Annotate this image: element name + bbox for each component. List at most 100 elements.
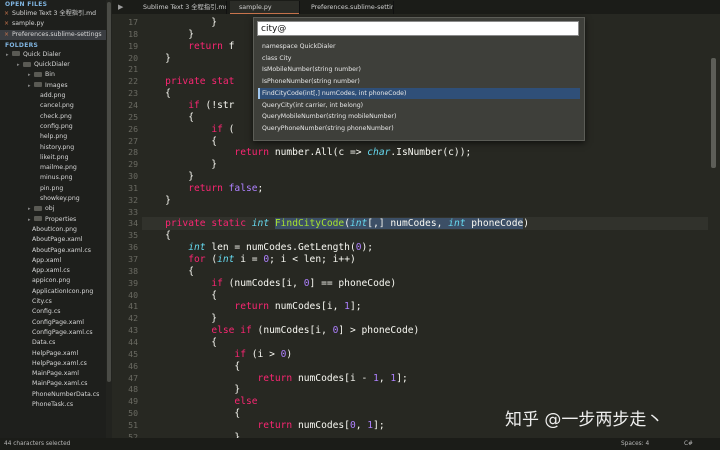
folder-tree-item[interactable]: AboutIcon.png [0, 225, 106, 235]
goto-symbol-item[interactable]: QueryPhoneNumber(string phoneNumber) [258, 123, 580, 135]
code-token: { [142, 289, 218, 301]
code-line[interactable]: } [142, 159, 217, 170]
folder-tree-item[interactable]: history.png [0, 143, 106, 153]
open-file-item[interactable]: × sample.py [0, 19, 106, 29]
code-line[interactable]: } [142, 313, 217, 324]
code-line[interactable]: private static int FindCityCode(int[,] n… [142, 218, 529, 230]
goto-symbol-item[interactable]: QueryCity(int carrier, int belong) [258, 100, 580, 112]
code-line[interactable]: return numCodes[i - 1, 1]; [142, 373, 408, 384]
folder-tree-item[interactable]: MainPage.xaml.cs [0, 379, 106, 389]
close-icon[interactable]: × [4, 20, 9, 27]
code-line[interactable]: { [142, 266, 194, 277]
code-line[interactable]: else [142, 396, 257, 407]
folder-tree-item[interactable]: help.png [0, 132, 106, 142]
code-line[interactable]: for (int i = 0; i < len; i++) [142, 254, 356, 265]
tab-2[interactable]: sample.py [230, 1, 300, 14]
code-token: int [448, 218, 466, 230]
folder-tree-item[interactable]: ▸ Quick Dialer [0, 50, 106, 60]
close-icon[interactable]: × [4, 10, 9, 17]
code-line[interactable]: { [142, 136, 217, 147]
folder-tree-item[interactable]: cancel.png [0, 101, 106, 111]
folder-tree-item[interactable]: PhoneTask.cs [0, 400, 106, 410]
code-line[interactable]: return numCodes[i, 1]; [142, 301, 361, 312]
code-line[interactable]: if (numCodes[i, 0] == phoneCode) [142, 278, 396, 289]
code-line[interactable]: { [142, 112, 194, 123]
code-line[interactable]: } [142, 53, 171, 64]
folder-tree-item[interactable]: ConfigPage.xaml.cs [0, 328, 106, 338]
folder-tree-item[interactable]: check.png [0, 112, 106, 122]
goto-symbol-item[interactable]: IsMobileNumber(string number) [258, 64, 580, 76]
folder-tree-item[interactable]: AboutPage.xaml.cs [0, 246, 106, 256]
folder-tree-item[interactable]: PhoneNumberData.cs [0, 390, 106, 400]
goto-symbol-item[interactable]: QueryMobileNumber(string mobileNumber) [258, 111, 580, 123]
code-line[interactable]: { [142, 408, 240, 419]
folder-tree-item[interactable]: App.xaml [0, 256, 106, 266]
folder-tree-item[interactable]: ▸ obj [0, 204, 106, 214]
open-file-item[interactable]: × Preferences.sublime-settings [0, 29, 106, 40]
code-line[interactable]: int len = numCodes.GetLength(0); [142, 242, 373, 253]
goto-symbol-item[interactable]: IsPhoneNumber(string number) [258, 76, 580, 88]
editor-scrollbar[interactable] [708, 14, 720, 438]
folder-tree-item[interactable]: ▸ Properties [0, 215, 106, 225]
code-line[interactable]: { [142, 88, 171, 99]
folder-tree-item[interactable]: ▸ Images [0, 81, 106, 91]
code-token: int [188, 242, 206, 254]
code-line[interactable]: } [142, 195, 171, 206]
folder-tree-item[interactable]: minus.png [0, 173, 106, 183]
goto-symbol-item[interactable]: FindCityCode(int[,] numCodes, int phoneC… [258, 87, 580, 100]
folder-tree-item[interactable]: appicon.png [0, 276, 106, 286]
folder-tree-item[interactable]: City.cs [0, 297, 106, 307]
code-token: } [142, 52, 171, 64]
goto-symbol-item[interactable]: namespace QuickDialer [258, 41, 580, 53]
folder-tree-item[interactable]: pin.png [0, 184, 106, 194]
status-syntax[interactable]: C# [684, 438, 693, 450]
code-line[interactable]: return number.All(c => char.IsNumber(c))… [142, 147, 471, 158]
code-line[interactable]: } [142, 171, 194, 182]
open-file-item[interactable]: × Sublime Text 3 全程指引.md [0, 9, 106, 19]
folder-tree-item[interactable]: App.xaml.cs [0, 266, 106, 276]
folder-tree-item[interactable]: Data.cs [0, 338, 106, 348]
folder-tree-item[interactable]: HelpPage.xaml.cs [0, 359, 106, 369]
code-line[interactable]: if (i > 0) [142, 349, 292, 360]
code-line[interactable]: { [142, 337, 217, 348]
code-line[interactable]: { [142, 230, 171, 241]
tab-3[interactable]: Preferences.sublime-settings [302, 1, 394, 14]
folder-tree-item[interactable]: HelpPage.xaml [0, 349, 106, 359]
code-line[interactable]: } [142, 17, 217, 28]
line-number: 36 [128, 242, 138, 253]
folder-tree-item[interactable]: mailme.png [0, 163, 106, 173]
folder-tree-item[interactable]: add.png [0, 91, 106, 101]
code-line[interactable]: private stat [142, 76, 234, 87]
tab-1[interactable]: Sublime Text 3 全程指引.md [134, 1, 227, 14]
folder-tree-item[interactable]: config.png [0, 122, 106, 132]
code-line[interactable]: } [142, 29, 194, 40]
folder-tree-item[interactable]: ConfigPage.xaml [0, 318, 106, 328]
folder-tree-item[interactable]: ▸ Bin [0, 70, 106, 80]
code-line[interactable]: return numCodes[0, 1]; [142, 420, 385, 431]
folder-tree-item[interactable]: ▸ QuickDialer [0, 60, 106, 70]
close-icon[interactable]: × [4, 31, 9, 38]
code-line[interactable]: { [142, 361, 240, 372]
folder-tree-item[interactable]: Config.cs [0, 307, 106, 317]
folder-tree-item[interactable]: AboutPage.xaml [0, 235, 106, 245]
folder-tree-item[interactable]: MainPage.xaml [0, 369, 106, 379]
status-indentation[interactable]: Spaces: 4 [621, 438, 649, 450]
goto-symbol-item[interactable]: class City [258, 53, 580, 65]
code-line[interactable]: if (!str [142, 100, 234, 111]
code-line[interactable]: return f [142, 41, 234, 52]
folder-tree-item[interactable]: ApplicationIcon.png [0, 287, 106, 297]
code-line[interactable]: { [142, 290, 217, 301]
folder-tree-item[interactable]: likeit.png [0, 153, 106, 163]
code-line[interactable]: if ( [142, 124, 234, 135]
folder-tree-item[interactable]: showkey.png [0, 194, 106, 204]
play-icon[interactable]: ▶ [118, 3, 123, 11]
code-token: (numCodes[i, [222, 277, 304, 289]
code-line[interactable]: } [142, 384, 240, 395]
code-line[interactable]: else if (numCodes[i, 0] > phoneCode) [142, 325, 419, 336]
code-line[interactable]: return false; [142, 183, 263, 194]
sidebar-scroll-thumb[interactable] [107, 2, 111, 382]
editor-scroll-thumb[interactable] [711, 58, 716, 168]
folder-tree-label: AboutPage.xaml.cs [32, 246, 92, 254]
code-token: { [142, 336, 218, 348]
goto-symbol-input[interactable] [257, 21, 579, 36]
